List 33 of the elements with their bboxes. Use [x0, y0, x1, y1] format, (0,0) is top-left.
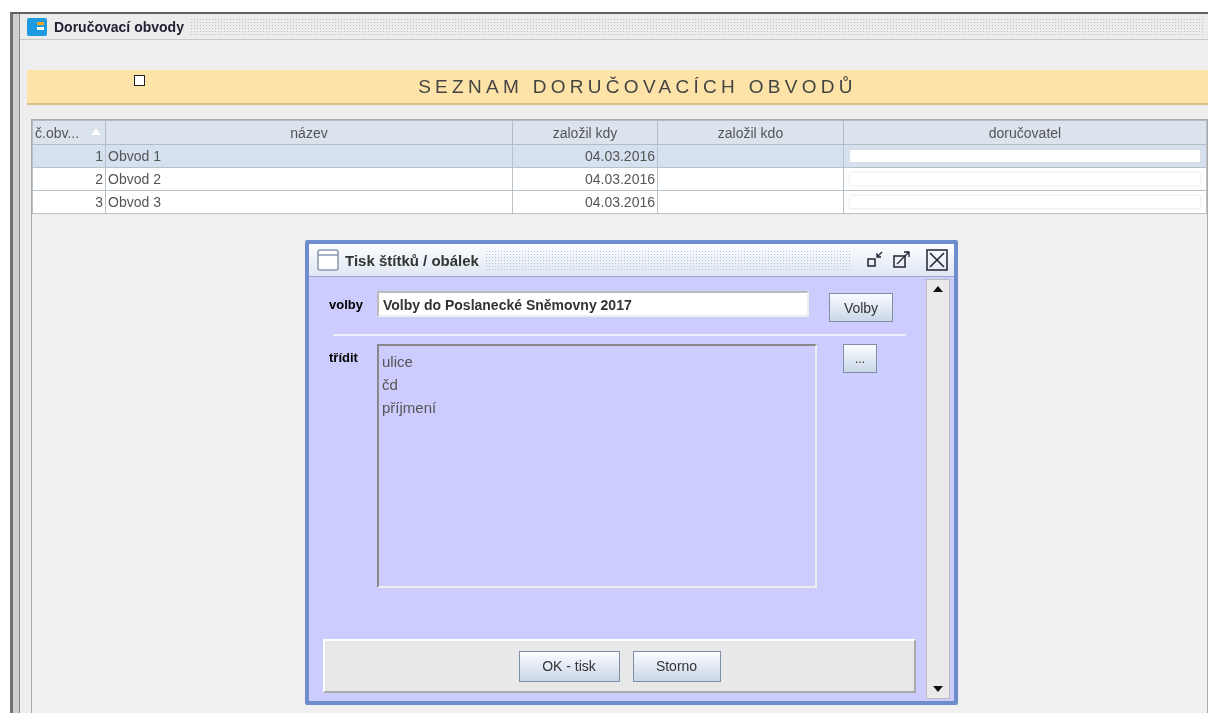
app-icon — [26, 16, 48, 37]
field-label: třídit — [328, 349, 359, 365]
window-icon — [317, 249, 339, 271]
checkbox[interactable] — [134, 75, 145, 86]
dialog-title: Tisk štítků / obálek — [345, 251, 479, 269]
banner-title: SEZNAM DORUČOVACÍCH OBVODŮ — [417, 75, 857, 98]
table-cell: Obvod 3 — [105, 190, 513, 214]
maximize-icon[interactable] — [892, 250, 912, 270]
list-item[interactable]: čd — [382, 373, 398, 396]
input-field[interactable]: Volby do Poslanecké Sněmovny 2017 — [377, 291, 809, 317]
dialog-button[interactable]: OK - tisk — [518, 650, 620, 682]
field-label: volby — [328, 296, 364, 312]
column-header[interactable]: č.obv... — [32, 120, 106, 145]
column-header[interactable]: založil kdo — [657, 120, 844, 145]
browse-button[interactable]: ... — [843, 344, 877, 373]
table-cell: 04.03.2016 — [512, 144, 658, 168]
dialog-button[interactable]: Storno — [632, 650, 721, 682]
table-cell: 2 — [32, 167, 106, 191]
close-icon[interactable] — [926, 249, 948, 271]
table-cell: 04.03.2016 — [512, 167, 658, 191]
list-item[interactable]: příjmení — [382, 396, 437, 419]
column-header[interactable]: založil kdy — [512, 120, 658, 145]
table-cell: Obvod 2 — [105, 167, 513, 191]
volby-button[interactable]: Volby — [829, 293, 893, 322]
column-header[interactable]: doručovatel — [843, 120, 1207, 145]
table-cell: 04.03.2016 — [512, 190, 658, 214]
list-item[interactable]: ulice — [382, 350, 413, 373]
window-title: Doručovací obvody — [54, 18, 184, 35]
scrollbar[interactable] — [926, 279, 950, 699]
column-header[interactable]: název — [105, 120, 513, 145]
table-cell: 3 — [32, 190, 106, 214]
table-cell: 1 — [32, 144, 106, 168]
table-cell: Obvod 1 — [105, 144, 513, 168]
